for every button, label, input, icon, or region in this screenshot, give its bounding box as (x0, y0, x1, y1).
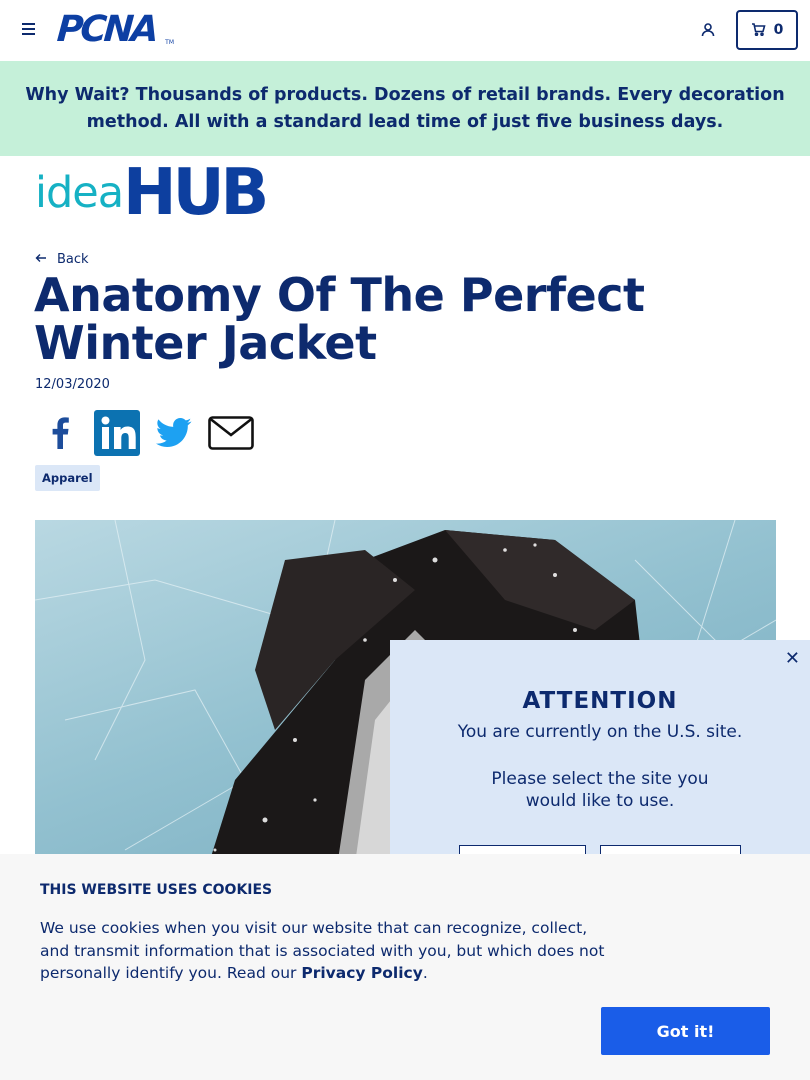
cookie-banner: THIS WEBSITE USES COOKIES We use cookies… (0, 854, 810, 1080)
promo-lead-in: Why Wait? (25, 84, 130, 105)
tag-apparel[interactable]: Apparel (35, 465, 100, 491)
cart-icon (751, 21, 766, 40)
twitter-icon[interactable] (151, 410, 197, 456)
email-icon[interactable] (208, 410, 254, 456)
arrow-left-icon (35, 252, 47, 267)
close-icon[interactable]: ✕ (785, 648, 800, 669)
cookie-body: We use cookies when you visit our websit… (40, 917, 610, 985)
logo-text: PCNA (55, 9, 158, 50)
cookie-heading: THIS WEBSITE USES COOKIES (40, 882, 273, 898)
logo-trademark: TM (165, 39, 174, 46)
back-link[interactable]: Back (35, 252, 89, 267)
idea-hub-idea-text: idea (35, 168, 124, 218)
cookie-body-suffix: . (422, 964, 428, 982)
idea-hub-hub-text: HUB (123, 156, 269, 230)
idea-hub-logo[interactable]: idea HUB (35, 156, 287, 230)
hamburger-menu-icon[interactable] (22, 23, 35, 36)
user-icon[interactable] (700, 22, 716, 38)
promo-text: Why Wait? Thousands of products. Dozens … (14, 82, 796, 136)
pcna-logo[interactable]: PCNA TM (55, 9, 177, 50)
modal-current-site-text: You are currently on the U.S. site. (457, 722, 743, 742)
facebook-icon[interactable] (37, 410, 83, 456)
article-date: 12/03/2020 (35, 377, 110, 392)
site-header: PCNA TM 0 (0, 0, 810, 61)
promo-body: Thousands of products. Dozens of retail … (86, 84, 785, 132)
cart-button[interactable]: 0 (736, 10, 798, 50)
modal-heading: ATTENTION (522, 688, 678, 714)
article-title: Anatomy Of The Perfect Winter Jacket (34, 268, 645, 370)
got-it-button[interactable]: Got it! (601, 1007, 770, 1055)
linkedin-icon[interactable] (94, 410, 140, 456)
share-icons (37, 410, 254, 456)
back-label: Back (57, 252, 89, 267)
modal-select-site-text: Please select the site you would like to… (491, 769, 709, 811)
page: PCNA TM 0 Why Wait? Thousands of product… (0, 0, 810, 1080)
promo-banner: Why Wait? Thousands of products. Dozens … (0, 61, 810, 156)
cart-count: 0 (773, 22, 784, 38)
privacy-policy-link[interactable]: Privacy Policy (301, 964, 423, 982)
